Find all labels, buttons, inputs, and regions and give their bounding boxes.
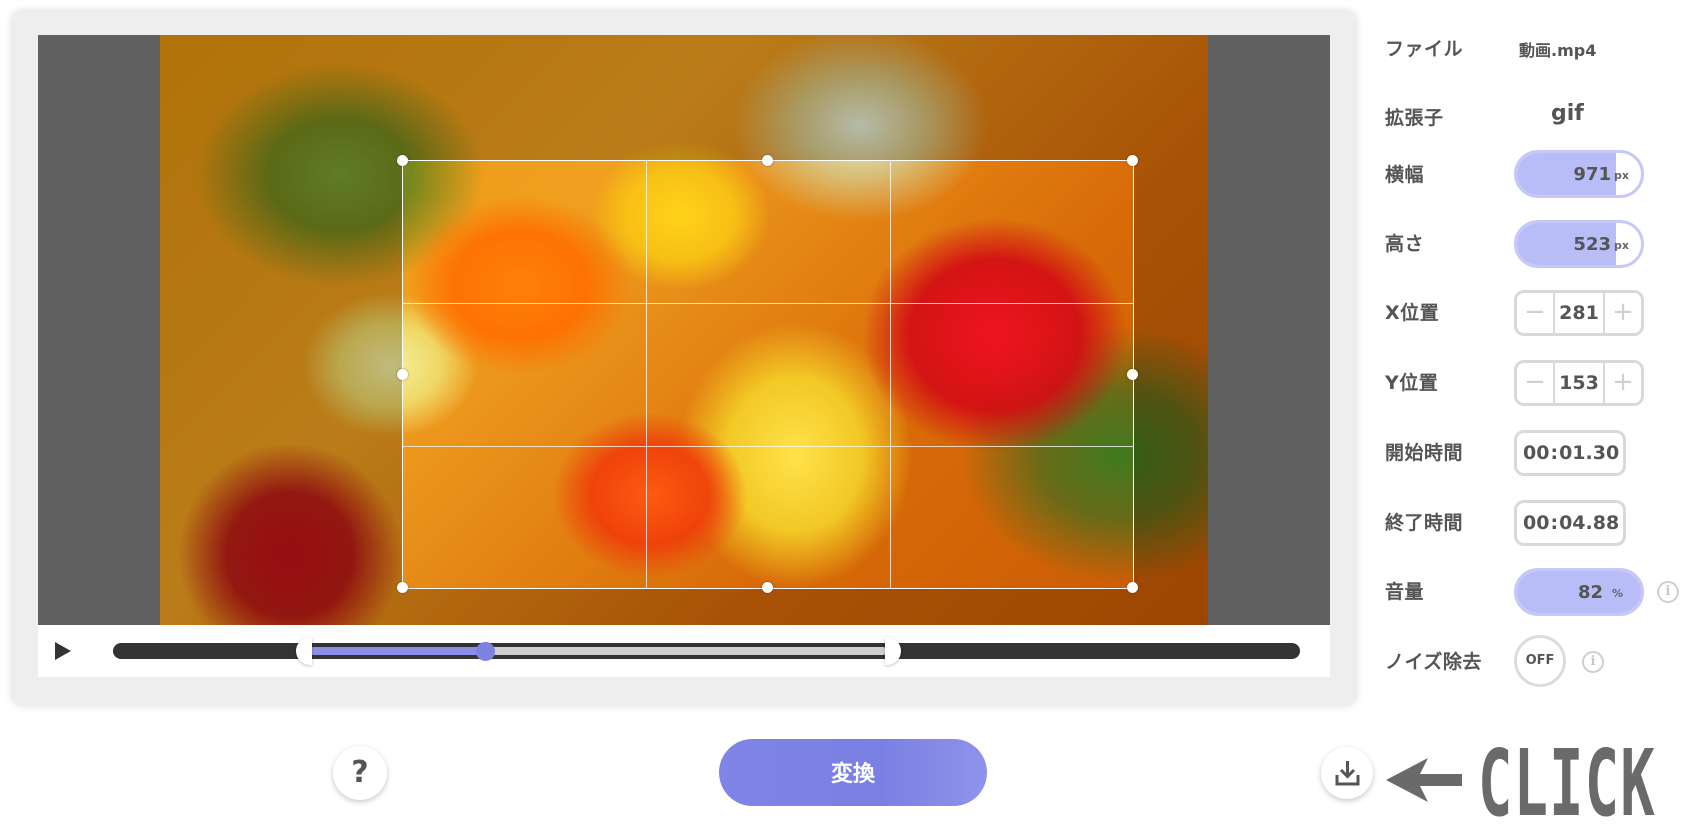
noise-row: ノイズ除去 OFF i <box>1385 633 1698 693</box>
crop-box[interactable] <box>397 155 1138 593</box>
x-position-label: X位置 <box>1385 302 1440 324</box>
height-input[interactable]: 523 px <box>1514 220 1644 268</box>
crop-handle-top-left[interactable] <box>397 155 408 166</box>
crop-handle-bottom-right[interactable] <box>1127 582 1138 593</box>
settings-panel: ファイル 動画.mp4 拡張子 gif 横幅 971 px 高さ 523 px … <box>1385 0 1698 700</box>
editor-panel <box>11 10 1357 706</box>
y-position-stepper: − 153 + <box>1514 360 1644 406</box>
width-label: 横幅 <box>1385 164 1425 186</box>
x-minus-button[interactable]: − <box>1517 293 1555 333</box>
volume-unit: % <box>1611 587 1623 600</box>
noise-label: ノイズ除去 <box>1385 651 1482 673</box>
download-icon <box>1335 761 1360 786</box>
end-minutes: 00 <box>1523 512 1550 534</box>
crop-grid-line <box>646 161 648 588</box>
x-position-value[interactable]: 281 <box>1555 302 1603 324</box>
start-time-row: 開始時間 00:01.30 <box>1385 424 1698 484</box>
start-minutes: 00 <box>1523 442 1550 464</box>
play-button[interactable] <box>52 640 74 662</box>
width-input[interactable]: 971 px <box>1514 150 1644 198</box>
x-plus-button[interactable]: + <box>1603 293 1641 333</box>
end-seconds: 04.88 <box>1559 512 1620 534</box>
playhead-knob[interactable] <box>475 642 495 661</box>
click-callout: CLICK <box>1478 730 1656 837</box>
end-time-label: 終了時間 <box>1385 512 1464 534</box>
timeline-track[interactable] <box>113 637 1300 665</box>
crop-handle-bottom-left[interactable] <box>397 582 408 593</box>
start-time-input[interactable]: 00:01.30 <box>1514 430 1626 476</box>
crop-grid-line <box>889 161 891 588</box>
y-plus-button[interactable]: + <box>1603 363 1641 403</box>
end-time-input[interactable]: 00:04.88 <box>1514 500 1626 546</box>
height-value: 523 <box>1573 234 1611 255</box>
crop-handle-top-right[interactable] <box>1127 155 1138 166</box>
trim-end-handle[interactable] <box>884 637 901 665</box>
x-position-row: X位置 − 281 + <box>1385 284 1698 344</box>
width-value: 971 <box>1573 164 1611 185</box>
start-time-label: 開始時間 <box>1385 442 1464 464</box>
crop-grid-line <box>403 303 1133 305</box>
volume-row: 音量 82 % i <box>1385 563 1698 623</box>
extension-row: 拡張子 gif <box>1385 89 1698 149</box>
width-unit: px <box>1614 169 1629 182</box>
volume-info-icon[interactable]: i <box>1657 581 1679 603</box>
y-minus-button[interactable]: − <box>1517 363 1555 403</box>
trim-start-handle[interactable] <box>296 637 313 665</box>
play-icon <box>55 642 71 660</box>
noise-toggle[interactable]: OFF <box>1514 635 1566 687</box>
time-separator: : <box>1550 512 1559 534</box>
y-position-label: Y位置 <box>1385 372 1439 394</box>
player-bar <box>38 625 1330 677</box>
volume-value: 82 <box>1577 582 1603 603</box>
download-button[interactable] <box>1321 747 1373 799</box>
help-button[interactable]: ? <box>333 746 387 800</box>
file-value: 動画.mp4 <box>1519 41 1597 60</box>
crop-handle-right[interactable] <box>1127 368 1138 380</box>
time-separator: : <box>1550 442 1559 464</box>
played-progress <box>310 647 485 655</box>
file-row: ファイル 動画.mp4 <box>1385 20 1698 80</box>
extension-label: 拡張子 <box>1385 107 1444 129</box>
noise-info-icon[interactable]: i <box>1582 651 1604 673</box>
video-stage <box>38 35 1330 625</box>
trim-range <box>296 637 901 665</box>
crop-handle-top[interactable] <box>762 155 773 166</box>
volume-input[interactable]: 82 % <box>1514 568 1644 616</box>
crop-grid-line <box>403 445 1133 447</box>
crop-handle-left[interactable] <box>397 368 408 380</box>
volume-label: 音量 <box>1385 581 1425 603</box>
crop-handle-bottom[interactable] <box>762 582 773 593</box>
height-label: 高さ <box>1385 233 1425 255</box>
extension-value[interactable]: gif <box>1551 101 1584 126</box>
height-row: 高さ 523 px <box>1385 215 1698 275</box>
y-position-row: Y位置 − 153 + <box>1385 354 1698 414</box>
x-position-stepper: − 281 + <box>1514 290 1644 336</box>
file-label: ファイル <box>1385 38 1464 60</box>
convert-button[interactable]: 変換 <box>719 739 987 806</box>
end-time-row: 終了時間 00:04.88 <box>1385 494 1698 554</box>
width-row: 横幅 971 px <box>1385 145 1698 205</box>
arrow-left-icon <box>1386 758 1462 802</box>
y-position-value[interactable]: 153 <box>1555 372 1603 394</box>
start-seconds: 01.30 <box>1559 442 1620 464</box>
height-unit: px <box>1614 239 1629 252</box>
